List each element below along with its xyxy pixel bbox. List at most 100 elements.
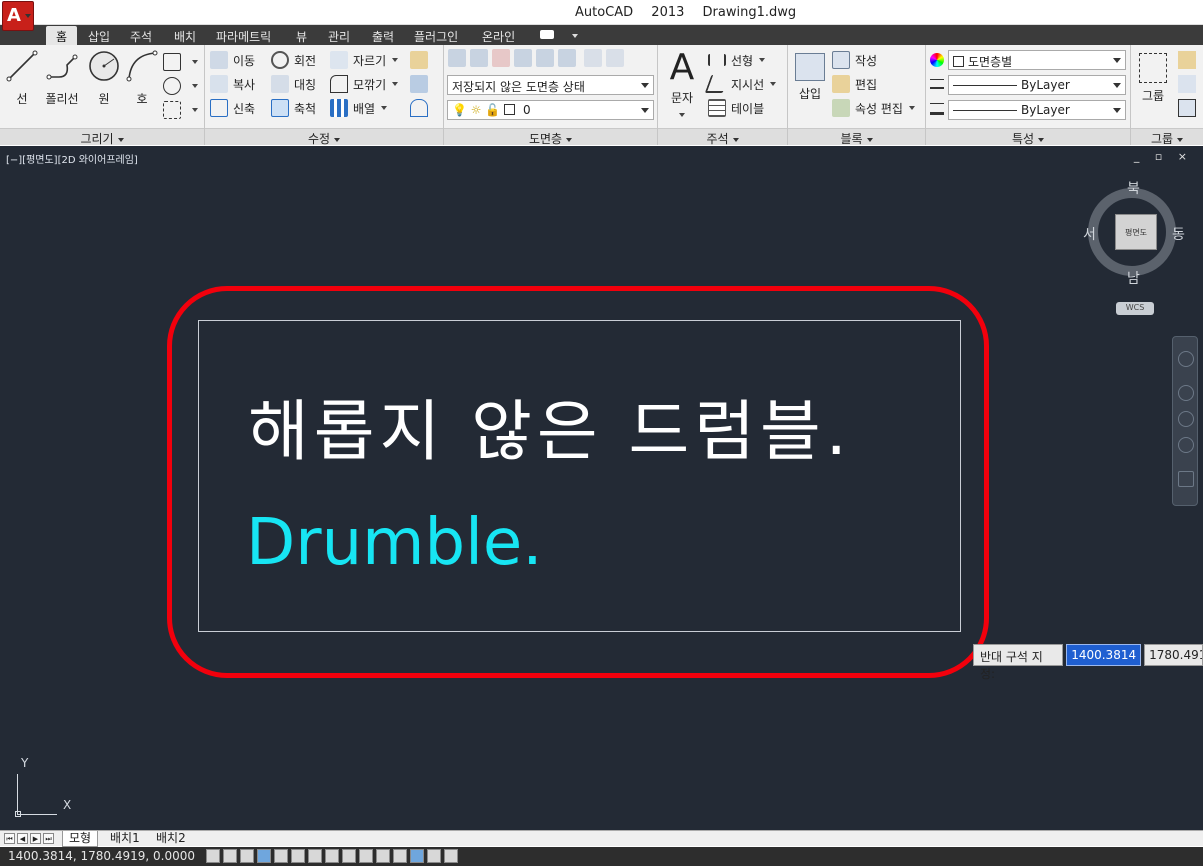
tab-layout1[interactable]: 배치1 [104, 831, 146, 847]
grid-display-icon[interactable] [240, 849, 254, 863]
viewcube-north[interactable]: 북 [1127, 178, 1140, 198]
modify-panel-title[interactable]: 수정 [205, 128, 443, 146]
object-snap-icon[interactable] [291, 849, 305, 863]
move-button[interactable]: 이동 [210, 49, 255, 71]
layer-properties-icon[interactable] [448, 49, 466, 67]
layers-panel-title[interactable]: 도면층 [444, 128, 657, 146]
pen-button[interactable] [410, 49, 433, 71]
tab-layout[interactable]: 배치 [164, 26, 206, 45]
color-wheel-icon[interactable] [930, 53, 944, 67]
block-panel-title[interactable]: 블록 [788, 128, 925, 146]
chevron-down-icon[interactable] [392, 82, 399, 86]
tab-output[interactable]: 출력 [362, 26, 404, 45]
text-button[interactable]: A 문자 [664, 49, 700, 120]
viewcube-top-face[interactable]: 평면도 [1115, 214, 1157, 250]
lineweight-toggle-icon[interactable] [376, 849, 390, 863]
current-layer-dropdown[interactable]: 💡 ☼ 🔓 0 [447, 100, 654, 120]
layer-isolate-icon[interactable] [514, 49, 532, 67]
dynamic-input-prompt[interactable]: 반대 구석 지정: 1400.3814 1780.4919 [973, 644, 1203, 681]
snap-mode-icon[interactable] [223, 849, 237, 863]
zoom-icon[interactable] [1178, 411, 1194, 427]
last-layout-icon[interactable]: ⏭ [43, 833, 54, 844]
properties-panel-title[interactable]: 특성 [926, 128, 1130, 146]
lineweight-dropdown[interactable]: ByLayer [948, 100, 1126, 120]
polar-tracking-icon[interactable] [274, 849, 288, 863]
lineweight-icon[interactable] [930, 103, 944, 115]
tab-model[interactable]: 모형 [62, 831, 99, 847]
ungroup-icon[interactable] [1178, 51, 1196, 69]
wcs-menu[interactable]: WCS [1116, 302, 1154, 315]
annotation-panel-title[interactable]: 주석 [658, 128, 787, 146]
rectangle-button[interactable] [163, 51, 198, 73]
insert-block-button[interactable]: 삽입 [792, 49, 828, 102]
group-select-icon[interactable] [1178, 99, 1196, 117]
chevron-down-icon[interactable] [381, 106, 388, 110]
chevron-down-icon[interactable] [192, 60, 198, 64]
create-block-button[interactable]: 작성 [832, 49, 877, 71]
hatch-pattern-button[interactable] [163, 99, 198, 121]
application-menu-button[interactable]: A [2, 1, 34, 31]
tab-view[interactable]: 뷰 [286, 26, 317, 45]
3d-object-snap-icon[interactable] [308, 849, 322, 863]
offset-button[interactable] [410, 97, 433, 119]
group-edit-icon[interactable] [1178, 75, 1196, 93]
drawing-area[interactable]: [−][평면도][2D 와이어프레임] _ ▫ × 해롭지 않은 드럼블. Dr… [0, 146, 1203, 830]
arc-button[interactable]: 호 [124, 49, 160, 107]
tab-home[interactable]: 홈 [46, 26, 78, 45]
chevron-down-icon[interactable] [192, 108, 198, 112]
tab-manage[interactable]: 관리 [318, 26, 360, 45]
scale-button[interactable]: 축척 [271, 97, 316, 119]
chevron-down-icon[interactable] [679, 113, 685, 117]
dynamic-input-icon[interactable] [359, 849, 373, 863]
fillet-button[interactable]: 모깎기 [330, 73, 399, 95]
layer-previous-icon[interactable] [606, 49, 624, 67]
leader-button[interactable]: 지시선 [704, 73, 777, 95]
line-button[interactable]: 선 [4, 49, 40, 107]
dynamic-ucs-icon[interactable] [342, 849, 356, 863]
table-button[interactable]: 테이블 [708, 97, 764, 119]
tab-online[interactable]: 온라인 [472, 26, 525, 45]
annotation-monitor-icon[interactable] [444, 849, 458, 863]
transparency-icon[interactable] [393, 849, 407, 863]
chevron-down-icon[interactable] [908, 106, 915, 110]
steering-wheel-icon[interactable] [1178, 351, 1194, 367]
draw-panel-title[interactable]: 그리기 [0, 128, 204, 146]
ortho-mode-icon[interactable] [257, 849, 271, 863]
object-snap-tracking-icon[interactable] [325, 849, 339, 863]
x-coordinate-input[interactable]: 1400.3814 [1066, 644, 1142, 666]
stretch-button[interactable]: 신축 [210, 97, 255, 119]
chevron-down-icon[interactable] [392, 58, 399, 62]
viewcube-west[interactable]: 서 [1083, 224, 1096, 244]
tab-annotate[interactable]: 주석 [120, 26, 162, 45]
layer-freeze-icon[interactable] [536, 49, 554, 67]
array-button[interactable]: 배열 [330, 97, 388, 119]
viewcube-south[interactable]: 남 [1127, 268, 1140, 288]
first-layout-icon[interactable]: ⏮ [4, 833, 15, 844]
coordinate-display[interactable]: 1400.3814, 1780.4919, 0.0000 [8, 849, 195, 863]
quick-properties-icon[interactable] [410, 849, 424, 863]
selection-cycling-icon[interactable] [427, 849, 441, 863]
rotate-button[interactable]: 회전 [271, 49, 316, 71]
viewport-controls-label[interactable]: [−][평면도][2D 와이어프레임] [6, 151, 138, 166]
previous-layout-icon[interactable]: ◀ [17, 833, 28, 844]
group-button[interactable]: 그룹 [1133, 49, 1173, 104]
tab-parametric[interactable]: 파라메트릭 [206, 26, 281, 45]
tab-insert[interactable]: 삽입 [78, 26, 120, 45]
groups-panel-title[interactable]: 그룹 [1131, 128, 1203, 146]
linetype-dropdown[interactable]: ByLayer [948, 75, 1126, 95]
explode-button[interactable] [410, 73, 433, 95]
layer-match-icon[interactable] [584, 49, 602, 67]
circle-button[interactable]: 원 [86, 49, 122, 107]
mirror-button[interactable]: 대칭 [271, 73, 316, 95]
polyline-button[interactable]: 폴리선 [42, 49, 82, 107]
showmotion-icon[interactable] [1178, 471, 1194, 487]
infer-constraints-icon[interactable] [206, 849, 220, 863]
orbit-icon[interactable] [1178, 437, 1194, 453]
color-dropdown[interactable]: 도면층별 [948, 50, 1126, 70]
pan-icon[interactable] [1178, 385, 1194, 401]
chevron-down-icon[interactable] [770, 82, 777, 86]
layer-lock-icon[interactable] [558, 49, 576, 67]
chevron-down-icon[interactable] [192, 84, 198, 88]
next-layout-icon[interactable]: ▶ [30, 833, 41, 844]
trim-button[interactable]: 자르기 [330, 49, 399, 71]
